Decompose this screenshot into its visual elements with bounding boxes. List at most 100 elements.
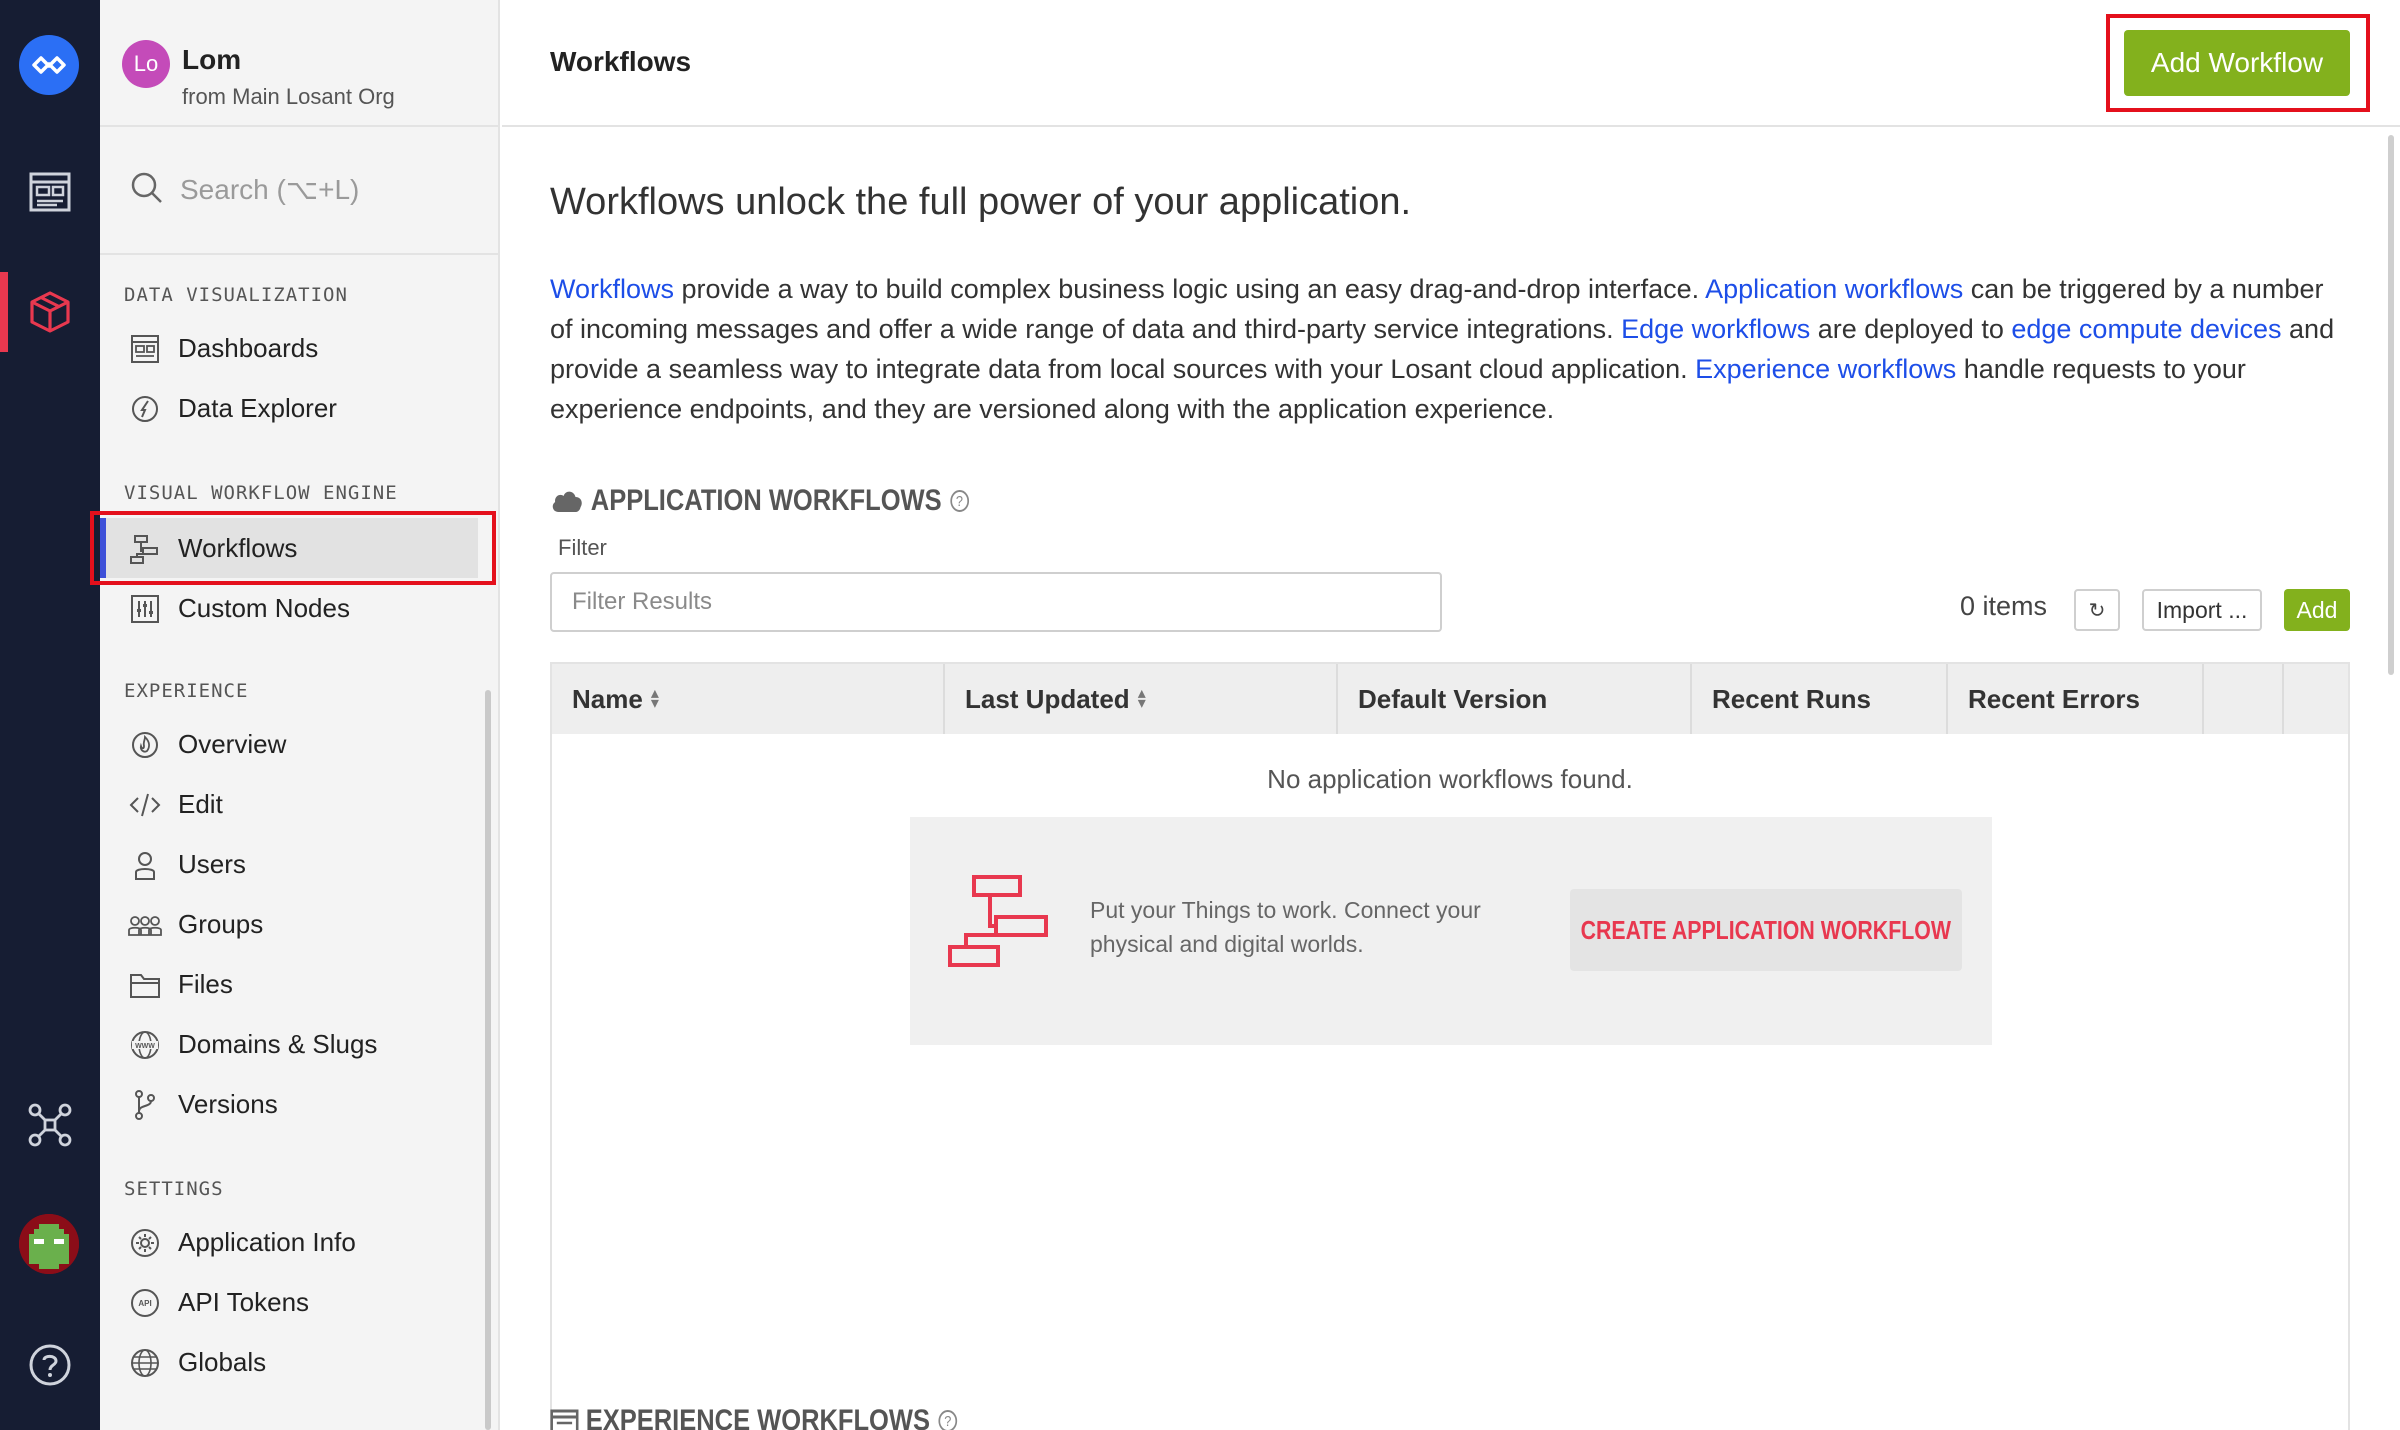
- api-icon: API: [128, 1286, 162, 1320]
- user-name: Lom: [182, 44, 242, 75]
- main-content: Workflows unlock the full power of your …: [502, 129, 2400, 1430]
- search-placeholder: Search (⌥+L): [180, 174, 360, 205]
- callout-text: Put your Things to work. Connect your ph…: [1090, 897, 1481, 957]
- section-heading-text: EXPERIENCE WORKFLOWS: [585, 1404, 930, 1430]
- window-icon: [550, 1408, 579, 1430]
- section-title-visual-workflow-engine: VISUAL WORKFLOW ENGINE: [124, 482, 398, 504]
- search-icon: [130, 171, 164, 210]
- edge-compute-icon[interactable]: [0, 1085, 100, 1165]
- sidebar-item-label: Custom Nodes: [178, 593, 350, 623]
- sidebar-item-data-explorer[interactable]: Data Explorer: [100, 378, 498, 438]
- column-header-last-updated[interactable]: Last Updated ▴ ▾: [945, 664, 1338, 734]
- sidebar-item-overview[interactable]: Overview: [100, 714, 498, 774]
- application-cube-icon[interactable]: [0, 272, 100, 352]
- highlight-box-workflows: [90, 511, 496, 585]
- user-org: from Main Losant Org: [182, 84, 395, 109]
- button-label: CREATE APPLICATION WORKFLOW: [1580, 914, 1952, 945]
- sidebar-item-api-tokens[interactable]: API API Tokens: [100, 1272, 498, 1332]
- sidebar-item-custom-nodes[interactable]: Custom Nodes: [100, 578, 498, 638]
- group-icon: [128, 908, 162, 942]
- sidebar-item-groups[interactable]: Groups: [100, 894, 498, 954]
- sidebar-item-edit[interactable]: Edit: [100, 774, 498, 834]
- sidebar-item-label: Versions: [178, 1089, 278, 1119]
- sidebar-item-users[interactable]: Users: [100, 834, 498, 894]
- refresh-icon: ↻: [2088, 599, 2106, 622]
- user-header[interactable]: Lo Lom from Main Losant Org: [100, 0, 498, 127]
- cloud-icon: [550, 488, 584, 514]
- sidebar-item-label: Overview: [178, 729, 287, 759]
- sidebar-item-label: API Tokens: [178, 1287, 310, 1317]
- column-label: Last Updated: [965, 683, 1130, 714]
- sidebar-item-dashboards[interactable]: Dashboards: [100, 318, 498, 378]
- page-title: Workflows: [550, 46, 692, 77]
- edge-workflows-link[interactable]: Edge workflows: [1621, 314, 1810, 344]
- sidebar-item-files[interactable]: Files: [100, 954, 498, 1014]
- highlight-box-add-workflow: [2106, 14, 2370, 112]
- sidebar: Lo Lom from Main Losant Org Search (⌥+L)…: [100, 0, 500, 1430]
- branch-icon: [128, 1088, 162, 1122]
- filter-input[interactable]: [550, 572, 1442, 632]
- section-title-settings: SETTINGS: [124, 1178, 224, 1200]
- sidebar-item-label: Groups: [178, 909, 264, 939]
- sidebar-item-label: Dashboards: [178, 333, 319, 363]
- sidebar-item-globals[interactable]: Globals: [100, 1332, 498, 1392]
- sidebar-scrollbar[interactable]: [485, 690, 491, 1430]
- filter-label: Filter: [558, 535, 607, 560]
- sidebar-item-label: Application Info: [178, 1227, 356, 1257]
- column-label: Name: [572, 683, 643, 714]
- section-heading-text: APPLICATION WORKFLOWS: [590, 484, 942, 517]
- workflows-docs-link[interactable]: Workflows: [550, 274, 674, 304]
- column-label: Recent Runs: [1712, 683, 1871, 714]
- intro-heading: Workflows unlock the full power of your …: [550, 181, 1412, 223]
- intro-text-3: are deployed to: [1810, 314, 2012, 344]
- item-count: 0 items: [1960, 591, 2048, 621]
- sliders-icon: [128, 592, 162, 626]
- globe-icon: [128, 1346, 162, 1380]
- column-label: Default Version: [1358, 683, 1548, 714]
- create-application-workflow-button[interactable]: CREATE APPLICATION WORKFLOW: [1570, 889, 1962, 971]
- import-button[interactable]: Import ...: [2142, 589, 2262, 631]
- help-icon[interactable]: [0, 1325, 100, 1405]
- app-rail: [0, 0, 100, 1430]
- sort-icon: ▴ ▾: [1137, 685, 1146, 712]
- intro-paragraph: Workflows provide a way to build complex…: [550, 269, 2350, 429]
- edge-compute-devices-link[interactable]: edge compute devices: [2011, 314, 2281, 344]
- user-avatar: Lo: [122, 40, 170, 88]
- column-header-recent-errors: Recent Errors: [1948, 664, 2204, 734]
- sidebar-item-label: Files: [178, 969, 233, 999]
- dashboard-icon: [128, 332, 162, 366]
- column-header-recent-runs: Recent Runs: [1692, 664, 1948, 734]
- sidebar-item-label: Data Explorer: [178, 393, 337, 423]
- main-scrollbar[interactable]: [2388, 135, 2394, 675]
- application-workflows-heading: APPLICATION WORKFLOWS ?: [550, 484, 969, 518]
- dashboards-rail-icon[interactable]: [0, 152, 100, 232]
- table-header: Name ▴ ▾ Last Updated ▴ ▾ Default Version Re…: [552, 664, 2348, 734]
- profile-avatar[interactable]: [19, 1214, 79, 1274]
- flame-icon: [128, 728, 162, 762]
- help-circle-icon[interactable]: ?: [938, 1410, 958, 1430]
- column-header-name[interactable]: Name ▴ ▾: [552, 664, 945, 734]
- empty-state-text: No application workflows found.: [1267, 764, 1633, 794]
- column-label: Recent Errors: [1968, 683, 2140, 714]
- compass-icon: [128, 392, 162, 426]
- globe-www-icon: WWW: [128, 1028, 162, 1062]
- add-button[interactable]: Add: [2284, 589, 2350, 631]
- experience-workflows-link[interactable]: Experience workflows: [1695, 354, 1956, 384]
- refresh-button[interactable]: ↻: [2074, 589, 2120, 631]
- application-workflows-link[interactable]: Application workflows: [1705, 274, 1963, 304]
- section-title-data-visualization: DATA VISUALIZATION: [124, 284, 348, 306]
- sidebar-search[interactable]: Search (⌥+L): [100, 127, 498, 255]
- column-header-actions: [2204, 664, 2284, 734]
- code-icon: [128, 788, 162, 822]
- workflows-table: Name ▴ ▾ Last Updated ▴ ▾ Default Version Re…: [550, 662, 2350, 1430]
- sidebar-item-domains-slugs[interactable]: WWW Domains & Slugs: [100, 1014, 498, 1074]
- sidebar-item-label: Edit: [178, 789, 223, 819]
- create-workflow-callout: Put your Things to work. Connect your ph…: [910, 817, 1992, 1045]
- help-circle-icon[interactable]: ?: [950, 490, 969, 512]
- sort-icon: ▴ ▾: [650, 685, 659, 712]
- losant-logo-icon[interactable]: [19, 35, 79, 95]
- sidebar-item-versions[interactable]: Versions: [100, 1074, 498, 1134]
- intro-text-1: provide a way to build complex business …: [674, 274, 1706, 304]
- column-header-default-version: Default Version: [1338, 664, 1692, 734]
- sidebar-item-application-info[interactable]: Application Info: [100, 1212, 498, 1272]
